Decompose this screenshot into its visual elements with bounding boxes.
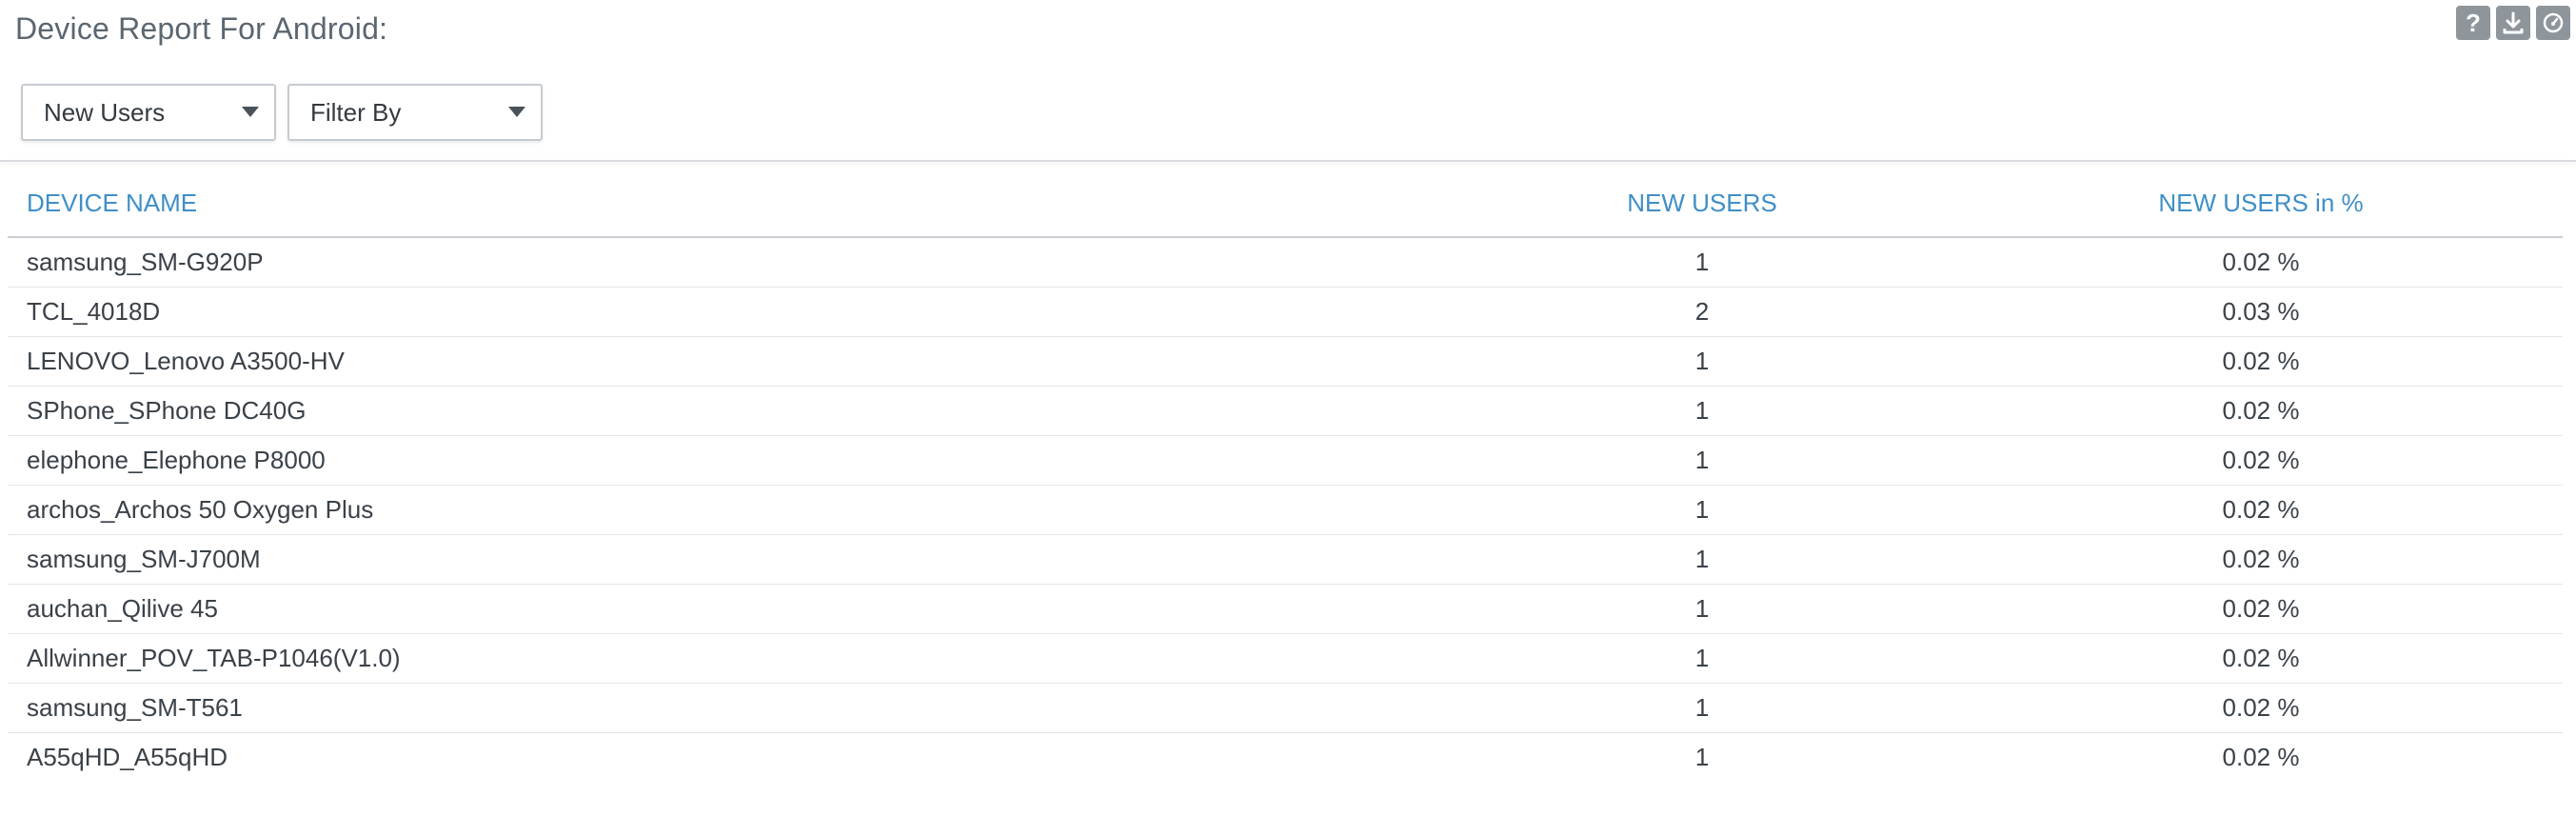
device-name-cell: TCL_4018D — [8, 287, 1445, 337]
table-row: samsung_SM-J700M 1 0.02 % — [8, 534, 2563, 585]
download-button[interactable] — [2496, 6, 2530, 40]
new-users-percent-cell: 0.02 % — [2222, 743, 2300, 771]
device-name-cell: samsung_SM-G920P — [8, 237, 1445, 288]
column-header-device-name[interactable]: DEVICE NAME — [8, 169, 1445, 238]
new-users-cell: 1 — [1445, 485, 1959, 535]
table-row: samsung_SM-G920P 1 0.02 % — [8, 237, 2563, 288]
table-row: Allwinner_POV_TAB-P1046(V1.0) 1 0.02 % — [8, 633, 2563, 684]
dashboard-button[interactable] — [2536, 6, 2570, 40]
table-row: TCL_4018D 2 0.03 % — [8, 287, 2563, 337]
column-header-new-users[interactable]: NEW USERS — [1445, 169, 1959, 238]
table-row: samsung_SM-T561 1 0.02 % — [8, 683, 2563, 733]
metric-select-value: New Users — [44, 98, 166, 127]
new-users-cell: 1 — [1445, 237, 1959, 288]
device-name-cell: A55qHD_A55qHD — [27, 743, 228, 771]
table-row: A55qHD_A55qHD 1 0.02 % — [8, 733, 2563, 783]
new-users-cell: 2 — [1445, 287, 1959, 337]
device-name-cell: samsung_SM-J700M — [8, 534, 1445, 585]
help-button[interactable]: ? — [2456, 6, 2490, 40]
table-row: elephone_Elephone P8000 1 0.02 % — [8, 435, 2563, 486]
table-row: auchan_Qilive 45 1 0.02 % — [8, 584, 2563, 634]
chevron-down-icon — [508, 107, 525, 117]
device-name-cell: samsung_SM-T561 — [8, 683, 1445, 733]
table-row: LENOVO_Lenovo A3500-HV 1 0.02 % — [8, 336, 2563, 387]
new-users-cell: 1 — [1445, 534, 1959, 585]
new-users-cell: 1 — [1445, 633, 1959, 684]
new-users-cell: 1 — [1445, 435, 1959, 486]
filter-bar: New Users Filter By — [21, 84, 543, 141]
download-icon — [2503, 11, 2524, 34]
new-users-cell: 1 — [1445, 584, 1959, 634]
dashboard-icon — [2543, 12, 2564, 33]
new-users-percent-cell: 0.02 % — [1959, 485, 2563, 535]
new-users-percent-cell: 0.02 % — [1959, 633, 2563, 684]
new-users-percent-cell: 0.03 % — [1959, 287, 2563, 337]
table-row: SPhone_SPhone DC40G 1 0.02 % — [8, 386, 2563, 436]
table-row: archos_Archos 50 Oxygen Plus 1 0.02 % — [8, 485, 2563, 535]
new-users-percent-cell: 0.02 % — [1959, 336, 2563, 387]
device-name-cell: archos_Archos 50 Oxygen Plus — [8, 485, 1445, 535]
new-users-cell: 1 — [1445, 336, 1959, 387]
new-users-percent-cell: 0.02 % — [1959, 584, 2563, 634]
device-report-table: DEVICE NAME NEW USERS NEW USERS in % sam… — [8, 169, 2563, 782]
device-name-cell: LENOVO_Lenovo A3500-HV — [8, 336, 1445, 387]
device-name-cell: auchan_Qilive 45 — [8, 584, 1445, 634]
device-name-cell: SPhone_SPhone DC40G — [8, 386, 1445, 436]
new-users-cell: 1 — [1445, 386, 1959, 436]
filter-by-select[interactable]: Filter By — [287, 84, 543, 141]
device-name-cell: Allwinner_POV_TAB-P1046(V1.0) — [8, 633, 1445, 684]
new-users-cell: 1 — [1445, 683, 1959, 733]
new-users-cell: 1 — [1694, 743, 1710, 771]
new-users-percent-cell: 0.02 % — [1959, 683, 2563, 733]
device-name-cell: elephone_Elephone P8000 — [8, 435, 1445, 486]
chevron-down-icon — [242, 107, 259, 117]
new-users-percent-cell: 0.02 % — [1959, 386, 2563, 436]
new-users-percent-cell: 0.02 % — [1959, 534, 2563, 585]
header-actions: ? — [2456, 6, 2570, 40]
new-users-percent-cell: 0.02 % — [1959, 435, 2563, 486]
divider — [0, 160, 2576, 162]
metric-select[interactable]: New Users — [21, 84, 276, 141]
filter-by-select-value: Filter By — [310, 98, 402, 127]
page-title: Device Report For Android: — [15, 11, 388, 46]
table-header-row: DEVICE NAME NEW USERS NEW USERS in % — [8, 169, 2563, 238]
new-users-percent-cell: 0.02 % — [1959, 237, 2563, 288]
help-icon: ? — [2466, 9, 2481, 37]
column-header-new-users-percent[interactable]: NEW USERS in % — [1959, 169, 2563, 238]
